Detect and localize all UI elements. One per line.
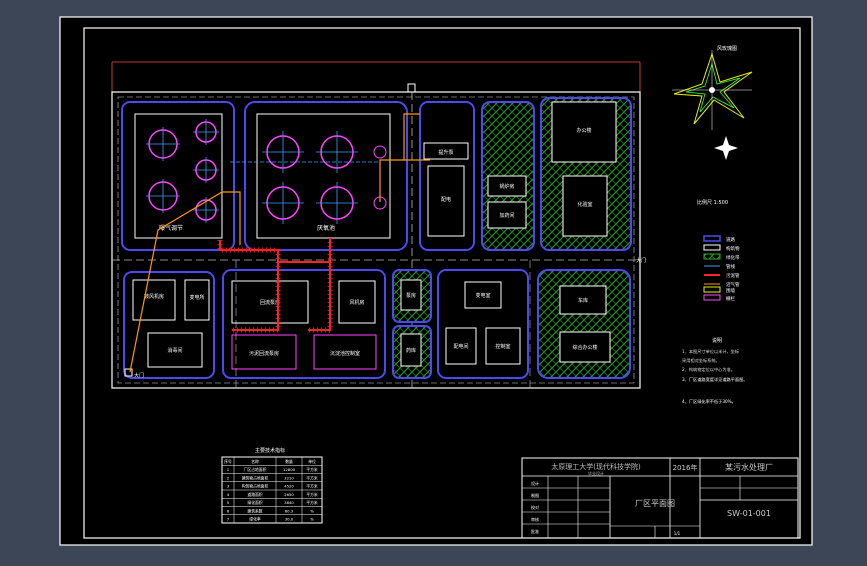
role-label: 校对 (531, 504, 539, 510)
legend-item: 栅栏 (726, 295, 735, 302)
label-left-block-a: 鼓风机房 (144, 293, 164, 300)
table-cell: % (310, 517, 314, 522)
notes-title: 说明 (712, 337, 722, 344)
table-header-cell: 序号 (224, 459, 232, 464)
table-header-cell: 数量 (285, 459, 293, 464)
legend-item: 沼气管 (726, 281, 740, 288)
label-boiler: 锅炉房 (499, 183, 514, 190)
legend-item: 构筑物 (726, 245, 740, 252)
table-cell: 道路面积 (247, 492, 262, 497)
legend-item: 污泥管 (726, 272, 740, 279)
year: 2016年 (673, 463, 698, 472)
role-label: 制图 (531, 492, 539, 498)
table-cell: 平方米 (306, 492, 318, 497)
label-entrance: 大门 (134, 372, 144, 379)
role-label: 设计 (531, 480, 539, 486)
table-header-cell: 名称 (251, 459, 259, 464)
label-office: 办公楼 (576, 127, 591, 134)
label-mid-c: 污泥回流泵房 (249, 350, 279, 357)
role-label: 批准 (531, 528, 539, 534)
note-line: 4、厂区绿化率不低于30%。 (682, 398, 736, 405)
table-cell: 构筑物占地面积 (242, 484, 269, 489)
table-cell: 12800 (283, 467, 296, 472)
table-cell: 4520 (284, 484, 294, 489)
table-cell: 绿化率 (249, 517, 261, 522)
label-control: 配电 (441, 196, 451, 203)
block-lower-right: 车库 综合办公楼 (537, 269, 631, 379)
project-name: 某污水处理厂 (725, 462, 773, 472)
school-name: 太原理工大学(现代科技学院) (551, 462, 641, 471)
label-left-block-c: 消毒间 (167, 347, 182, 354)
label-left-block-b: 变电所 (189, 294, 204, 301)
sheet-no: 1/1 (674, 531, 681, 536)
block-green-2: 办公楼 化验室 (540, 97, 632, 251)
label-center-c: 控制室 (495, 343, 510, 350)
table-cell: 绿化面积 (247, 500, 262, 505)
label-center-b: 配电间 (453, 343, 468, 350)
drawing-name: 厂区平面图 (635, 499, 675, 508)
label-pump-room: 提升泵 (438, 149, 453, 156)
label-dosing: 加药间 (499, 212, 514, 219)
legend-item: 道路 (726, 236, 735, 243)
cad-viewport[interactable]: 曝气调节 厌氧池 提升泵 配电 锅炉房 加药间 办公楼 化验室 鼓风机房 变电所… (0, 0, 867, 562)
legend-item: 绿化带 (726, 254, 740, 261)
table-cell: 平方米 (306, 484, 318, 489)
label-mid-b: 风机房 (349, 299, 364, 306)
table-cell: 30.0 (285, 517, 294, 522)
label-tank-zone-left: 曝气调节 (159, 224, 183, 232)
table-cell: 60.3 (285, 508, 294, 513)
label-right-a: 车库 (578, 297, 588, 304)
school-sub: 毕业设计 (588, 470, 604, 476)
label-mid-d: 沉淀池控制室 (330, 350, 360, 357)
table-cell: 平方米 (306, 500, 318, 505)
drawing-canvas: 曝气调节 厌氧池 提升泵 配电 锅炉房 加药间 办公楼 化验室 鼓风机房 变电所… (59, 16, 813, 546)
label-road-tag: 大门 (636, 257, 646, 264)
compass-label: 风玫瑰图 (717, 45, 737, 52)
drawing-no: SW-01-001 (727, 509, 771, 518)
legend-item: 管线 (726, 263, 735, 270)
role-label: 审核 (531, 516, 539, 522)
label-tank-zone-right: 厌氧池 (317, 224, 335, 232)
legend-item: 围墙 (726, 287, 735, 294)
table-cell: 建筑系数 (247, 508, 262, 513)
block-green-1: 锅炉房 加药间 (481, 101, 535, 251)
table-cell: % (310, 508, 314, 513)
table-cell: 建筑物占地面积 (242, 475, 269, 480)
label-small-b: 药库 (406, 347, 416, 354)
note-line: 1、本图尺寸单位以米计，坐标 (682, 348, 739, 355)
note-line: 3、厂区道路宽度详见道路平面图。 (682, 376, 747, 383)
tech-table-title: 主要技术指标 (255, 447, 285, 454)
note-line: 采用相对坐标系统。 (682, 357, 720, 364)
table-cell: 平方米 (306, 475, 318, 480)
table-cell: 厂区占地面积 (244, 467, 267, 472)
label-right-b: 综合办公楼 (572, 344, 597, 351)
table-cell: 3840 (284, 500, 294, 505)
table-header-cell: 单位 (308, 459, 316, 464)
table-cell: 2650 (284, 492, 294, 497)
table-cell: 平方米 (306, 467, 318, 472)
label-lab: 化验室 (577, 201, 592, 208)
label-small-a: 泵房 (406, 292, 416, 299)
note-line: 2、构筑物定位以中心为准。 (682, 366, 735, 373)
label-center-a: 变电室 (475, 292, 490, 299)
table-cell: 3210 (284, 475, 294, 480)
scale-text: 比例尺 1:500 (697, 199, 728, 206)
